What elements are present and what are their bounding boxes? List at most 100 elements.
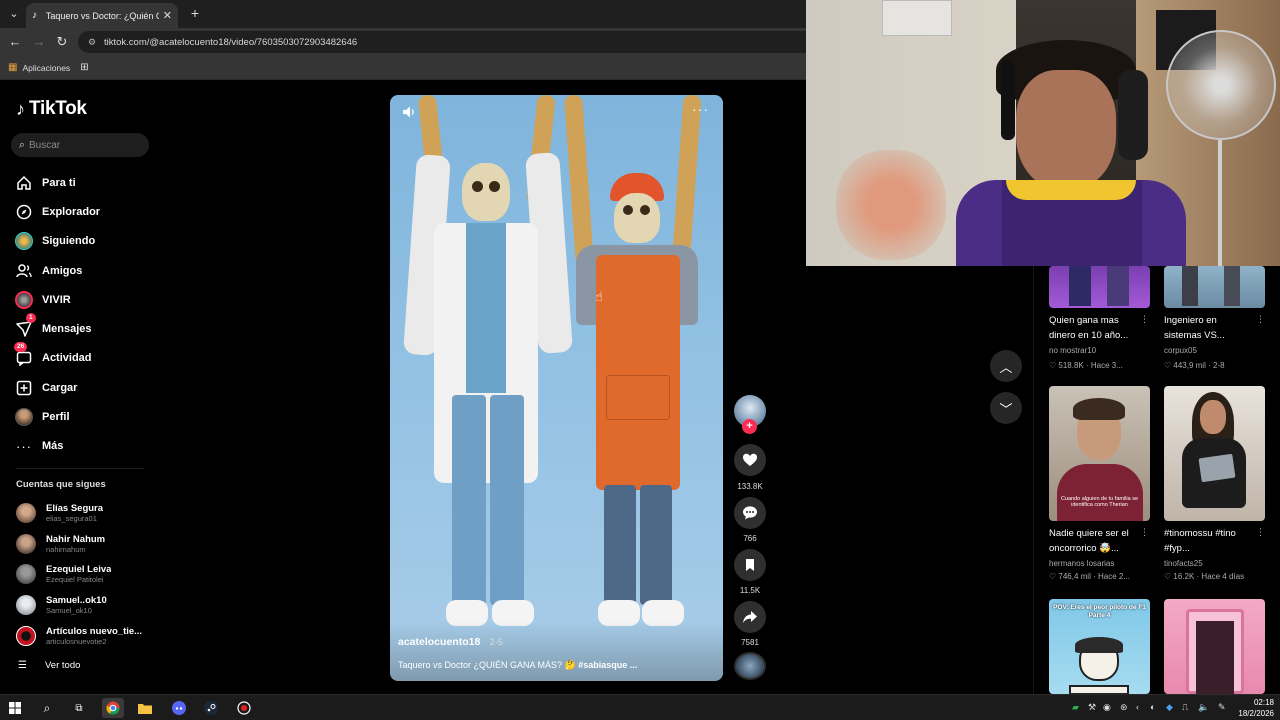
site-info-icon[interactable]: ⚙: [88, 37, 104, 48]
next-video-button[interactable]: ﹀: [990, 392, 1022, 424]
taskbar-clock[interactable]: 02:18 18/2/2026: [1238, 697, 1274, 719]
nav-item-siguiendo[interactable]: Siguiendo: [14, 227, 154, 256]
new-tab-icon[interactable]: +: [186, 4, 204, 22]
nav-label: Cargar: [42, 381, 78, 394]
video-author[interactable]: no mostrar10: [1049, 346, 1096, 355]
following-list: Elías Segura elias_segura01 Nahir Nahum …: [16, 498, 156, 651]
volume-icon[interactable]: 🔈: [1198, 702, 1209, 713]
video-options-icon[interactable]: ⋮: [1256, 527, 1265, 538]
browser-tab[interactable]: ♪ Taquero vs Doctor: ¿Quién Gana... ✕: [26, 3, 178, 28]
close-tab-icon[interactable]: ✕: [163, 9, 172, 22]
following-account[interactable]: Elías Segura elias_segura01: [16, 498, 156, 529]
apps-grid-icon[interactable]: ▦: [8, 62, 17, 73]
tab-search-icon[interactable]: ⌄: [4, 4, 24, 24]
like-button[interactable]: [734, 444, 766, 476]
nav-item-explorador[interactable]: Explorador: [14, 197, 154, 226]
compass-icon: [14, 202, 34, 222]
task-view-icon[interactable]: ⧉: [68, 698, 90, 718]
video-title[interactable]: #tinomossu #tino #fyp...: [1164, 526, 1256, 556]
nav-item-amigos[interactable]: Amigos: [14, 256, 154, 285]
tray-app-icon[interactable]: ▰: [1072, 702, 1079, 713]
video-title[interactable]: Nadie quiere ser el oncorrorico 🤯...: [1049, 526, 1141, 556]
video-options-icon[interactable]: ⋮: [1140, 314, 1149, 325]
nav-item-mas[interactable]: ··· Más: [14, 432, 154, 461]
video-title[interactable]: Ingeniero en sistemas VS...: [1164, 313, 1256, 343]
like-count: 133.8K: [737, 482, 763, 491]
discord-icon[interactable]: [168, 698, 190, 718]
caption-gradient: [390, 621, 723, 681]
reload-icon[interactable]: ↻: [53, 33, 71, 51]
clock-date: 18/2/2026: [1238, 709, 1274, 718]
nav-label: Actividad: [42, 352, 92, 365]
video-thumbnail[interactable]: [1164, 266, 1265, 308]
video-thumbnail[interactable]: [1164, 599, 1265, 694]
following-account[interactable]: Nahir Nahum nahirnahum: [16, 529, 156, 560]
nav-item-actividad[interactable]: 26 Actividad: [14, 342, 154, 373]
taquero-figure: [564, 95, 710, 635]
tab-groups-icon[interactable]: ⊞: [80, 62, 88, 73]
nav-item-vivir[interactable]: VIVIR: [14, 285, 154, 314]
chrome-icon[interactable]: [102, 698, 124, 718]
search-icon[interactable]: ⌕: [36, 698, 58, 718]
previous-video-button[interactable]: ︿: [990, 350, 1022, 382]
forward-icon[interactable]: →: [30, 33, 48, 51]
nav-item-cargar[interactable]: Cargar: [14, 373, 154, 402]
tray-app-icon[interactable]: ◆: [1166, 702, 1173, 713]
see-all-link[interactable]: ☰ Ver todo: [18, 660, 80, 671]
windows-start-icon[interactable]: [4, 698, 26, 718]
sound-disc-icon[interactable]: [734, 652, 766, 680]
search-box[interactable]: ⌕: [11, 133, 149, 157]
video-title[interactable]: Quien gana mas dinero en 10 año...: [1049, 313, 1141, 343]
video-author[interactable]: corpux05: [1164, 346, 1197, 355]
bookmark-icon: [746, 559, 754, 571]
following-account[interactable]: Samuel..ok10 Samuel_ok10: [16, 590, 156, 621]
tray-expand-icon[interactable]: ‹: [1136, 702, 1139, 712]
video-author[interactable]: hermanos losarias: [1049, 559, 1114, 568]
webcam-overlay: [806, 0, 1280, 266]
video-more-icon[interactable]: ···: [692, 101, 709, 117]
following-account[interactable]: Ezequiel Leiva Ezequiel Patitolei: [16, 559, 156, 590]
logo-text: TikTok: [29, 98, 87, 119]
bookmark-apps[interactable]: Aplicaciones: [22, 63, 70, 73]
network-icon[interactable]: ⎍: [1182, 702, 1188, 713]
following-account[interactable]: Artículos nuevo_tie... articulosnuevotie…: [16, 620, 156, 651]
tray-app-icon[interactable]: ⊛: [1120, 702, 1128, 713]
nav-item-para-ti[interactable]: Para ti: [14, 168, 154, 197]
search-input[interactable]: [29, 139, 139, 151]
pen-icon[interactable]: ✎: [1218, 702, 1226, 713]
video-thumbnail[interactable]: POV: Eres el peor piloto de F1 Parte 4: [1049, 599, 1150, 694]
file-explorer-icon[interactable]: [134, 698, 156, 718]
save-button[interactable]: [734, 549, 766, 581]
share-button[interactable]: [734, 601, 766, 633]
nav-item-mensajes[interactable]: 1 Mensajes: [14, 313, 154, 343]
video-thumbnail[interactable]: Cuando alguien de tu familia se identifi…: [1049, 386, 1150, 521]
tray-app-icon[interactable]: ◉: [1103, 702, 1111, 713]
url-field[interactable]: ⚙ tiktok.com/@acatelocuento18/video/7603…: [78, 31, 806, 53]
volume-icon[interactable]: [402, 105, 416, 122]
tray-app-icon[interactable]: ⚒: [1088, 702, 1096, 713]
nav-label: VIVIR: [42, 293, 71, 306]
video-author[interactable]: acatelocuento18 · 2-5: [398, 636, 503, 648]
back-icon[interactable]: ←: [6, 33, 24, 51]
tiktok-logo[interactable]: ♪ TikTok: [16, 98, 87, 120]
video-author[interactable]: tinofacts25: [1164, 559, 1203, 568]
video-thumbnail[interactable]: [1049, 266, 1150, 308]
messages-icon: 1: [14, 313, 36, 339]
tiktok-favicon-icon: ♪: [32, 10, 37, 21]
recording-app-icon[interactable]: [233, 698, 255, 718]
account-handle: nahirnahum: [46, 544, 86, 554]
video-options-icon[interactable]: ⋮: [1140, 527, 1149, 538]
follow-plus-icon[interactable]: +: [742, 419, 757, 434]
nav-item-perfil[interactable]: Perfil: [14, 402, 154, 431]
account-handle: Ezequiel Patitolei: [46, 575, 104, 585]
caption-hashtag[interactable]: #sabiasque ...: [578, 660, 637, 670]
upload-icon: [14, 378, 34, 398]
tray-app-icon[interactable]: ◐: [1150, 702, 1155, 712]
video-thumbnail[interactable]: [1164, 386, 1265, 521]
video-player[interactable]: ··· acatelocuento18 · 2-5 Taquero vs Doct…: [390, 95, 723, 681]
steam-icon[interactable]: [200, 698, 222, 718]
comment-button[interactable]: [734, 497, 766, 529]
video-meta: ♡ 746,4 mil · Hace 2...: [1049, 572, 1130, 581]
video-options-icon[interactable]: ⋮: [1256, 314, 1265, 325]
friends-icon: [14, 261, 34, 281]
